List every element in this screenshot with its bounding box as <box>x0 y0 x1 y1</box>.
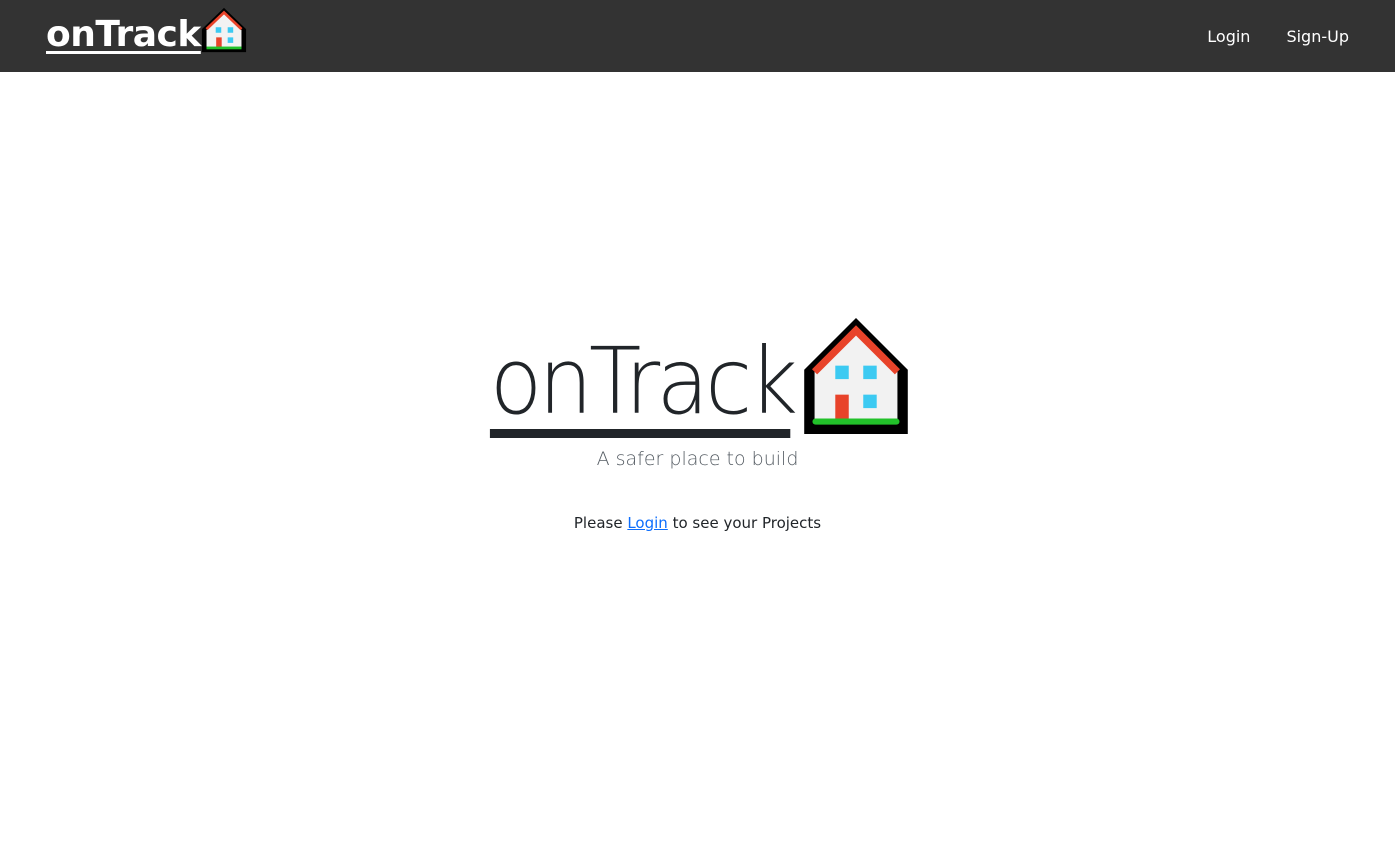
house-icon <box>794 318 908 438</box>
login-prompt: Please Login to see your Projects <box>574 514 821 532</box>
hero-tagline: A safer place to build <box>596 448 799 470</box>
login-prompt-suffix: to see your Projects <box>667 514 822 532</box>
hero-title-text: onTrack <box>489 328 798 435</box>
nav-links: Login Sign-Up <box>1207 0 1349 72</box>
login-prompt-prefix: Please <box>573 514 628 532</box>
brand-label: onTrack <box>46 14 201 55</box>
hero-section: onTrack A safer place to build Please Lo… <box>0 318 1395 532</box>
house-icon <box>201 7 247 57</box>
hero-title-row: onTrack <box>487 318 908 438</box>
hero-title: onTrack <box>489 336 798 438</box>
nav-signup-link[interactable]: Sign-Up <box>1286 27 1349 46</box>
nav-login-link[interactable]: Login <box>1207 27 1250 46</box>
login-link[interactable]: Login <box>627 514 667 532</box>
hero-title-underline <box>489 429 791 438</box>
brand-link[interactable]: onTrack <box>46 7 247 60</box>
top-navbar: onTrack Login Sign-Up <box>0 0 1395 72</box>
